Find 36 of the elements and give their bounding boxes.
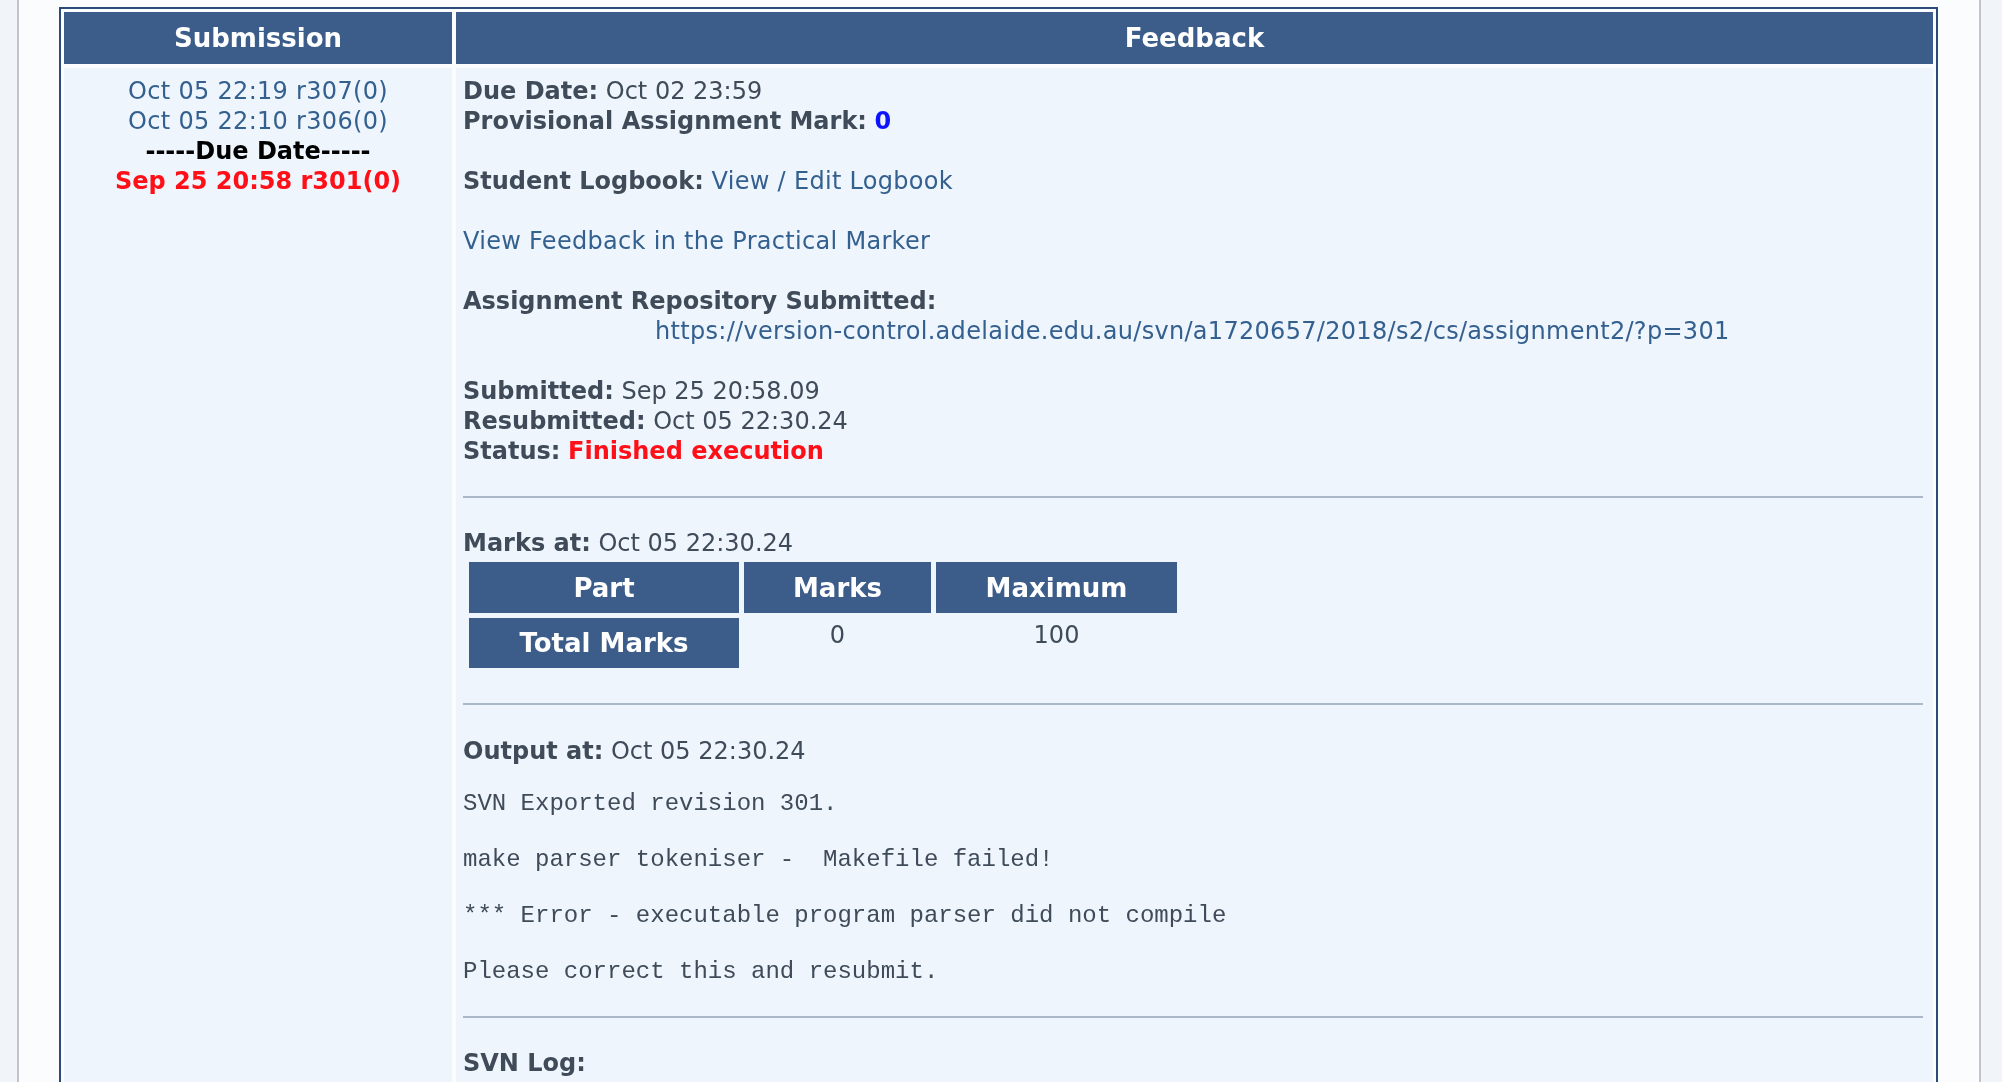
repository-label: Assignment Repository Submitted: [463,287,937,315]
output-line: Please correct this and resubmit. [463,958,939,986]
resubmitted-value: Oct 05 22:30.24 [653,407,848,435]
provisional-mark-label: Provisional Assignment Mark: [463,107,867,135]
repository-link[interactable]: https://version-control.adelaide.edu.au/svn/a1720657/2018/s2/cs/assignment2/?p=301 [655,317,1730,345]
due-date-label: Due Date: [463,77,599,105]
submitted-label: Submitted: [463,377,614,405]
due-date-marker: -----Due Date----- [145,136,371,166]
output-line: SVN Exported revision 301. [463,790,838,818]
status-value: Finished execution [568,437,824,465]
row-header: Total Marks [469,618,739,668]
due-date-value: Oct 02 23:59 [605,77,763,105]
table-cell-text: 0 [828,620,847,651]
column-header: Submission [64,12,452,64]
table-cell-text: 100 [1032,620,1081,651]
marks-at-value: Oct 05 22:30.24 [598,529,794,557]
provisional-mark-value: 0 [874,107,892,135]
submission-link[interactable]: Oct 05 22:10 r306(0) [128,106,388,136]
logbook-label: Student Logbook: [463,167,704,195]
column-header: Maximum [936,562,1177,613]
submission-link[interactable]: Oct 05 22:19 r307(0) [128,76,388,106]
marks-at-label: Marks at: [463,529,591,557]
output-line: *** Error - executable program parser did not compile [463,902,1227,930]
submission-link[interactable]: Sep 25 20:58 r301(0) [114,166,402,196]
column-header: Part [469,562,739,613]
resubmitted-label: Resubmitted: [463,407,646,435]
column-header: Marks [744,562,931,613]
submitted-value: Sep 25 20:58.09 [621,377,820,405]
practical-marker-link[interactable]: View Feedback in the Practical Marker [463,227,931,255]
output-line: make parser tokeniser - Makefile failed! [463,846,1054,874]
svn-log-label: SVN Log: [463,1049,586,1077]
logbook-link[interactable]: View / Edit Logbook [711,167,953,195]
output-at-label: Output at: [463,737,604,765]
column-header: Feedback [456,12,1933,64]
output-at-value: Oct 05 22:30.24 [610,737,806,765]
status-label: Status: [463,437,561,465]
